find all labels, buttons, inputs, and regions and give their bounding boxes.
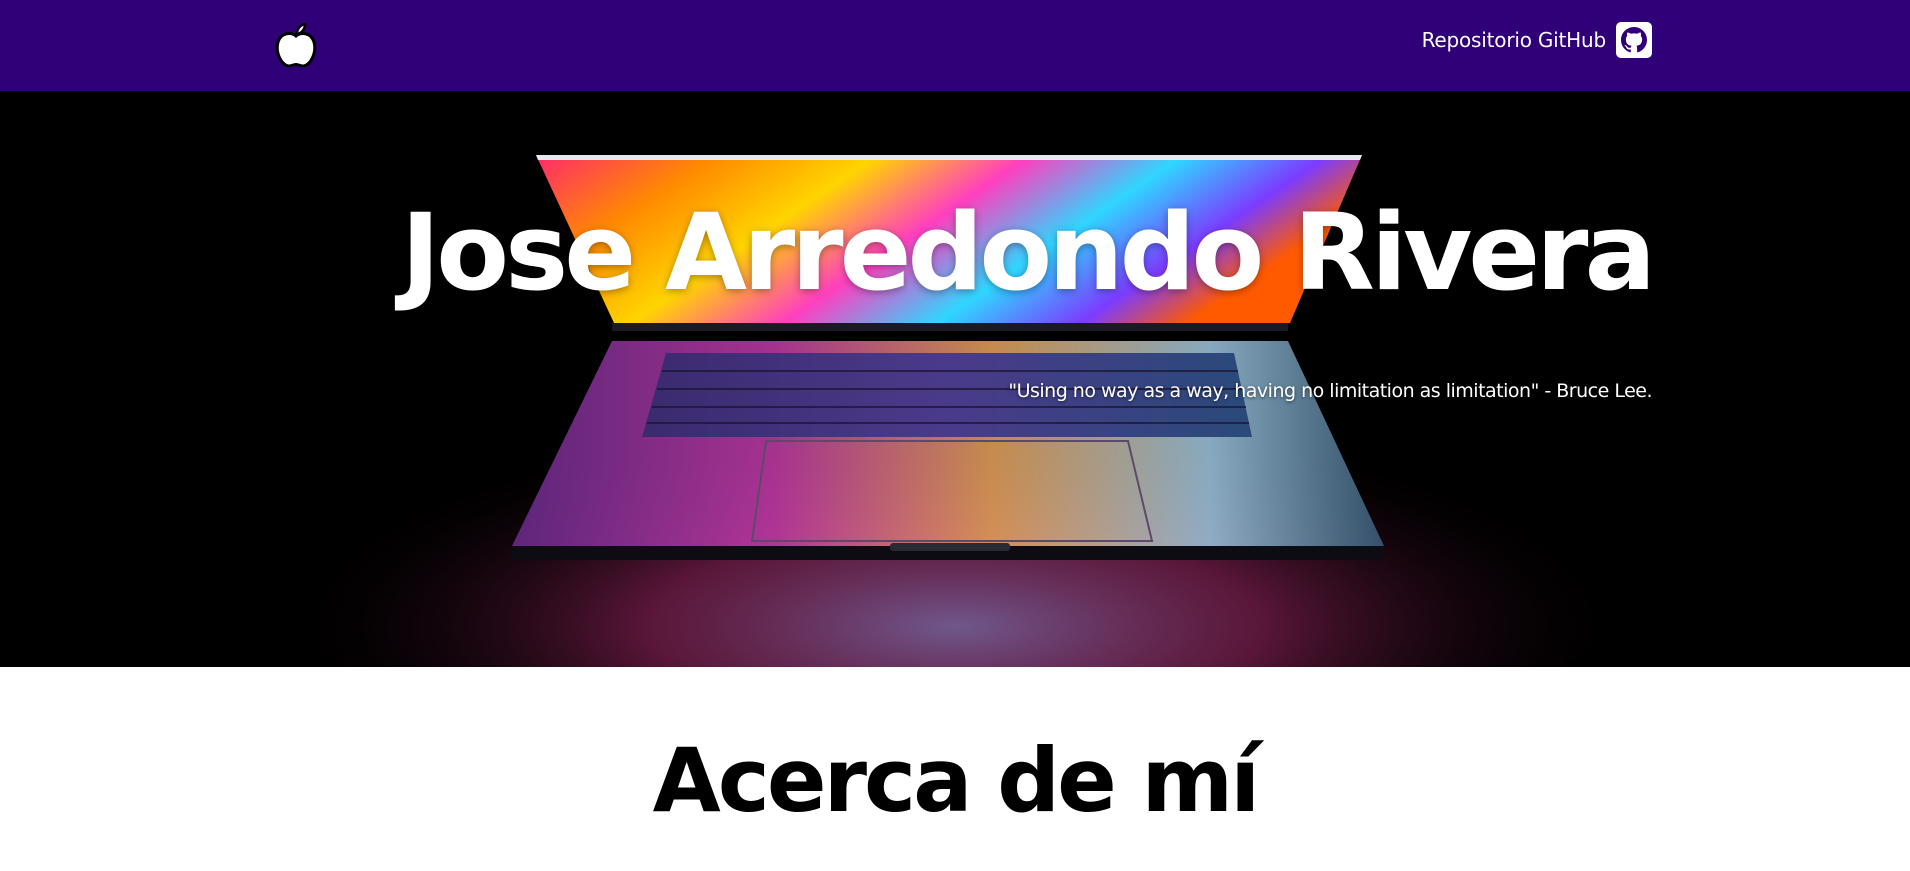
hero-section: Jose Arredondo Rivera "Using no way as a… — [0, 91, 1910, 667]
hero-title: Jose Arredondo Rivera — [400, 191, 1656, 314]
apple-logo-icon[interactable] — [275, 22, 317, 68]
github-icon — [1616, 22, 1652, 58]
about-section-title: Acerca de mí — [652, 729, 1261, 832]
hero-background-image — [0, 91, 1910, 667]
repo-link-label: Repositorio GitHub — [1421, 28, 1607, 52]
top-navbar: Repositorio GitHub — [0, 0, 1910, 91]
hero-quote: "Using no way as a way, having no limita… — [1008, 380, 1652, 402]
github-repo-link[interactable]: Repositorio GitHub — [1422, 20, 1652, 60]
